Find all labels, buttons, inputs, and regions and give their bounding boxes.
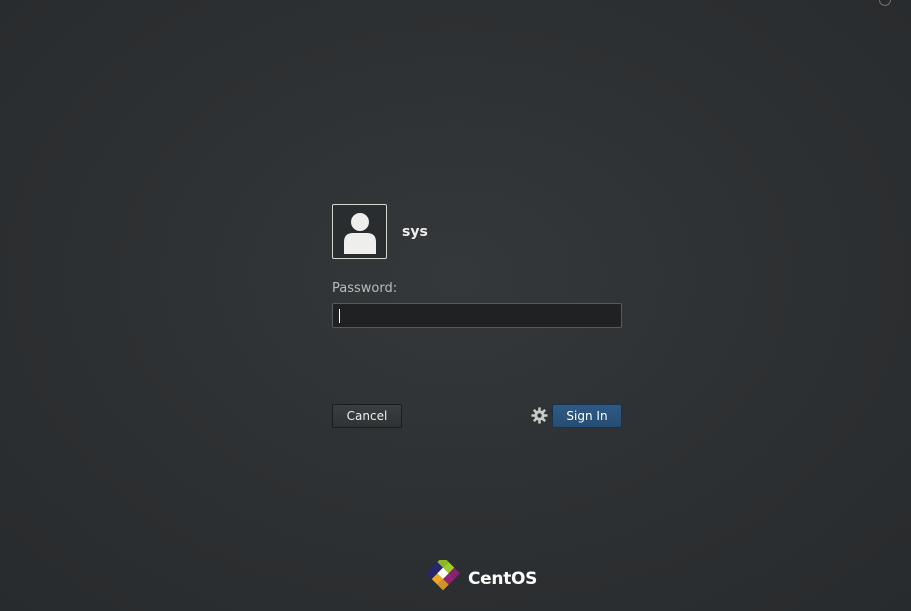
logo-text: CentOS — [468, 569, 538, 589]
gear-icon[interactable] — [531, 407, 548, 424]
cancel-button[interactable]: Cancel — [332, 404, 402, 428]
login-box: sys Password: Cancel Sign In — [332, 204, 622, 428]
centos-logo-icon — [426, 560, 460, 591]
system-menu-icon[interactable] — [879, 0, 891, 6]
user-row: sys — [332, 204, 622, 259]
text-cursor — [339, 308, 340, 323]
avatar — [332, 204, 387, 259]
centos-logo: CentOS — [424, 560, 537, 598]
username-label: sys — [402, 223, 428, 240]
password-input[interactable] — [332, 303, 622, 328]
login-screen: sys Password: Cancel Sign In CentOS — [0, 0, 911, 611]
password-label: Password: — [332, 281, 398, 296]
action-row: Cancel Sign In — [332, 404, 622, 428]
user-silhouette-icon — [343, 212, 376, 254]
sign-in-button[interactable]: Sign In — [552, 404, 622, 428]
